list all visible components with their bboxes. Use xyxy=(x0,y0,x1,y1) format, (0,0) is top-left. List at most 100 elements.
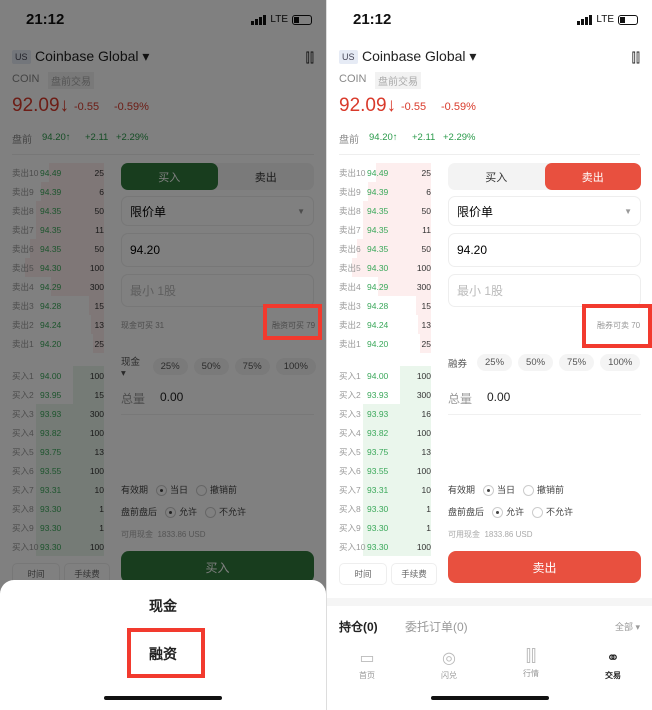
price: 92.09↓ xyxy=(12,95,70,116)
ask-row[interactable]: 卖出4 94.29 300 xyxy=(12,277,104,296)
filter-select[interactable]: 全部 ▾ xyxy=(615,620,640,633)
bid-row[interactable]: 买入2 93.93 300 xyxy=(339,385,431,404)
ask-row[interactable]: 卖出3 94.28 15 xyxy=(12,296,104,315)
option-cash[interactable]: 现金 xyxy=(0,596,326,616)
pct-25[interactable]: 25% xyxy=(152,358,188,375)
tab-sell[interactable]: 卖出 xyxy=(218,163,315,190)
stock-selector[interactable]: Coinbase Global ▾ xyxy=(362,48,476,65)
bid-row[interactable]: 买入3 93.93 16 xyxy=(339,404,431,423)
bid-row[interactable]: 买入4 93.82 100 xyxy=(339,423,431,442)
highlight-box xyxy=(263,304,322,340)
ask-row[interactable]: 卖出2 94.24 13 xyxy=(339,315,431,334)
size: 100 xyxy=(416,370,431,381)
tab-positions[interactable]: 持仓(0) xyxy=(339,618,378,635)
price-level: 94.35 xyxy=(367,205,389,216)
fee-button[interactable]: 手续费 xyxy=(391,563,437,585)
size: 100 xyxy=(416,262,431,273)
ask-row[interactable]: 卖出3 94.28 15 xyxy=(339,296,431,315)
status-time: 21:12 xyxy=(353,11,392,28)
order-type-select[interactable]: 限价单 ▼ xyxy=(448,196,641,226)
ask-row[interactable]: 卖出8 94.35 50 xyxy=(339,201,431,220)
ask-row[interactable]: 卖出5 94.30 100 xyxy=(12,258,104,277)
ask-row[interactable]: 卖出4 94.29 300 xyxy=(339,277,431,296)
ask-row[interactable]: 卖出8 94.35 50 xyxy=(12,201,104,220)
pct-100[interactable]: 100% xyxy=(275,358,316,375)
size: 15 xyxy=(421,300,431,311)
nav-swap[interactable]: ◎ 闪兑 xyxy=(419,648,479,681)
ask-row[interactable]: 卖出1 94.20 25 xyxy=(12,334,104,353)
bid-row[interactable]: 买入3 93.93 300 xyxy=(12,404,104,423)
nav-market[interactable]: ⫿⫿ 行情 xyxy=(501,648,561,679)
bid-row[interactable]: 买入10 93.30 100 xyxy=(12,537,104,556)
validity-gtc[interactable]: 撤销前 xyxy=(196,483,237,497)
bid-row[interactable]: 买入7 93.31 10 xyxy=(339,480,431,499)
candlestick-icon[interactable]: ⫿⫿ xyxy=(306,50,314,66)
bid-row[interactable]: 买入9 93.30 1 xyxy=(339,518,431,537)
bid-row[interactable]: 买入6 93.55 100 xyxy=(339,461,431,480)
tab-buy[interactable]: 买入 xyxy=(448,163,545,190)
bid-row[interactable]: 买入1 94.00 100 xyxy=(12,366,104,385)
ext-allow[interactable]: 允许 xyxy=(492,505,524,519)
nav-trade[interactable]: ⚭ 交易 xyxy=(583,648,643,681)
ask-row[interactable]: 卖出1 94.20 25 xyxy=(339,334,431,353)
ext-allow[interactable]: 允许 xyxy=(165,505,197,519)
bid-row[interactable]: 买入5 93.75 13 xyxy=(339,442,431,461)
validity-day[interactable]: 当日 xyxy=(156,483,188,497)
nav-home[interactable]: ▭ 首页 xyxy=(337,648,397,681)
validity-gtc[interactable]: 撤销前 xyxy=(523,483,564,497)
pct-75[interactable]: 75% xyxy=(234,358,270,375)
ext-disallow[interactable]: 不允许 xyxy=(205,505,246,519)
home-indicator xyxy=(431,696,549,700)
ask-row[interactable]: 卖出6 94.35 50 xyxy=(12,239,104,258)
bid-row[interactable]: 买入9 93.30 1 xyxy=(12,518,104,537)
level-label: 卖出1 xyxy=(339,338,361,349)
ask-row[interactable]: 卖出6 94.35 50 xyxy=(339,239,431,258)
ask-row[interactable]: 卖出9 94.39 6 xyxy=(12,182,104,201)
order-type-select[interactable]: 限价单 ▼ xyxy=(121,196,314,226)
price-input[interactable]: 94.20 xyxy=(121,233,314,267)
ask-row[interactable]: 卖出9 94.39 6 xyxy=(339,182,431,201)
bid-row[interactable]: 买入6 93.55 100 xyxy=(12,461,104,480)
pct-100[interactable]: 100% xyxy=(600,354,641,371)
funding-mode-select[interactable]: 现金 ▾ xyxy=(121,354,143,379)
ask-row[interactable]: 卖出2 94.24 13 xyxy=(12,315,104,334)
tab-sell[interactable]: 卖出 xyxy=(544,163,641,190)
validity-day[interactable]: 当日 xyxy=(483,483,515,497)
ask-row[interactable]: 卖出7 94.35 11 xyxy=(339,220,431,239)
bid-row[interactable]: 买入4 93.82 100 xyxy=(12,423,104,442)
quantity-input[interactable]: 最小 1股 xyxy=(121,274,314,307)
price-level: 93.95 xyxy=(40,389,62,400)
tab-orders[interactable]: 委托订单(0) xyxy=(405,618,468,635)
size: 25 xyxy=(94,338,104,349)
ext-disallow[interactable]: 不允许 xyxy=(532,505,573,519)
tab-buy[interactable]: 买入 xyxy=(121,163,218,190)
network-label: LTE xyxy=(270,14,288,25)
sell-button[interactable]: 卖出 xyxy=(448,551,641,583)
pct-50[interactable]: 50% xyxy=(193,358,229,375)
percent-row: 融券 25% 50% 75% 100% xyxy=(448,354,643,371)
bid-row[interactable]: 买入8 93.30 1 xyxy=(339,499,431,518)
ask-row[interactable]: 卖出7 94.35 11 xyxy=(12,220,104,239)
size: 50 xyxy=(421,243,431,254)
bid-row[interactable]: 买入2 93.95 15 xyxy=(12,385,104,404)
bid-row[interactable]: 买入5 93.75 13 xyxy=(12,442,104,461)
ask-row[interactable]: 卖出10 94.49 25 xyxy=(339,163,431,182)
quantity-input[interactable]: 最小 1股 xyxy=(448,274,641,307)
level-label: 卖出2 xyxy=(12,319,34,330)
pct-50[interactable]: 50% xyxy=(518,354,554,371)
bid-row[interactable]: 买入7 93.31 10 xyxy=(12,480,104,499)
stock-selector[interactable]: Coinbase Global ▾ xyxy=(35,48,149,65)
price-input[interactable]: 94.20 xyxy=(448,233,641,267)
funding-mode-label[interactable]: 融券 xyxy=(448,356,467,370)
ask-row[interactable]: 卖出10 94.49 25 xyxy=(12,163,104,182)
bid-row[interactable]: 买入1 94.00 100 xyxy=(339,366,431,385)
ask-row[interactable]: 卖出5 94.30 100 xyxy=(339,258,431,277)
buy-button[interactable]: 买入 xyxy=(121,551,314,583)
battery-icon xyxy=(618,14,638,25)
time-button[interactable]: 时间 xyxy=(339,563,387,585)
bid-row[interactable]: 买入8 93.30 1 xyxy=(12,499,104,518)
candlestick-icon[interactable]: ⫿⫿ xyxy=(632,50,640,66)
pct-25[interactable]: 25% xyxy=(477,354,513,371)
pct-75[interactable]: 75% xyxy=(559,354,595,371)
bid-row[interactable]: 买入10 93.30 100 xyxy=(339,537,431,556)
